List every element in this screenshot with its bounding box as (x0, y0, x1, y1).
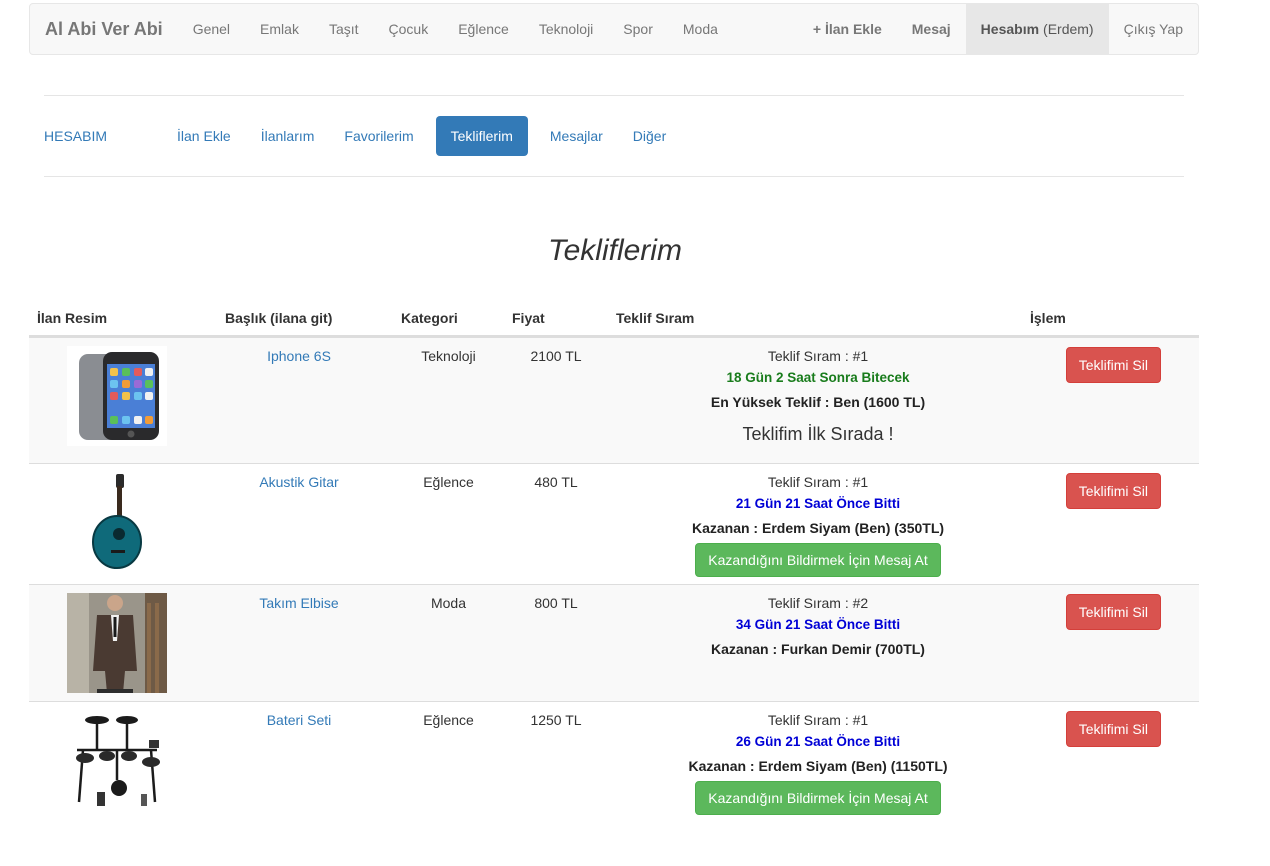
cell-price: 800 TL (534, 595, 578, 611)
offers-table: İlan Resim Başlık (ilana git) Kategori F… (29, 300, 1199, 826)
account-tabs: HESABIM İlan Ekle İlanlarım Favorilerim … (44, 116, 681, 156)
cell-image (29, 338, 205, 463)
nav-account[interactable]: Hesabım (Erdem) (965, 4, 1109, 54)
nav-category-spor[interactable]: Spor (608, 4, 668, 54)
guitar-image[interactable] (67, 472, 167, 572)
cell-image (29, 464, 205, 584)
nav-add-listing[interactable]: + İlan Ekle (798, 4, 897, 54)
tab-favorites[interactable]: Favorilerim (329, 116, 428, 156)
header-offer-rank: Teklif Sıram (616, 309, 695, 326)
divider-top (44, 95, 1184, 96)
cell-image (29, 585, 205, 701)
delete-offer-button[interactable]: Teklifimi Sil (1065, 594, 1161, 630)
drum-kit-image[interactable] (67, 710, 167, 810)
cell-category: Eğlence (423, 712, 474, 728)
cell-category: Teknoloji (421, 348, 476, 364)
nav-account-label: Hesabım (980, 21, 1040, 37)
offer-rank: Teklif Sıram : #2 (767, 595, 869, 611)
iphone-image[interactable] (67, 346, 167, 446)
listing-title-link[interactable]: Akustik Gitar (259, 474, 338, 490)
delete-offer-button[interactable]: Teklifimi Sil (1065, 347, 1161, 383)
navbar-right-group: + İlan Ekle Mesaj Hesabım (Erdem) Çıkış … (798, 4, 1198, 54)
offer-time: 18 Gün 2 Saat Sonra Bitecek (726, 370, 910, 385)
cell-category: Moda (430, 595, 467, 611)
tab-my-listings[interactable]: İlanlarım (246, 116, 330, 156)
iphone-icon (67, 346, 167, 446)
tab-account[interactable]: HESABIM (44, 116, 122, 156)
cell-title: Takım Elbise (205, 585, 393, 701)
brand-logo[interactable]: Al Abi Ver Abi (30, 4, 178, 54)
offer-time: 21 Gün 21 Saat Önce Bitti (735, 496, 901, 511)
delete-offer-button[interactable]: Teklifimi Sil (1065, 473, 1161, 509)
guitar-icon (67, 472, 167, 572)
notify-winner-button[interactable]: Kazandığını Bildirmek İçin Mesaj At (695, 780, 941, 815)
offer-rank: Teklif Sıram : #1 (767, 348, 869, 364)
cell-offer-info: Teklif Sıram : #2 34 Gün 21 Saat Önce Bi… (608, 585, 1028, 701)
nav-category-cocuk[interactable]: Çocuk (374, 4, 444, 54)
tab-other[interactable]: Diğer (618, 116, 681, 156)
header-image: İlan Resim (37, 309, 108, 326)
suit-icon (67, 593, 167, 693)
nav-logout[interactable]: Çıkış Yap (1109, 4, 1198, 54)
winner-info: Kazanan : Erdem Siyam (Ben) (1150TL) (688, 757, 948, 774)
nav-category-tasit[interactable]: Taşıt (314, 4, 374, 54)
suit-image[interactable] (67, 593, 167, 693)
table-row: Akustik Gitar Eğlence 480 TL Teklif Sıra… (29, 463, 1199, 584)
nav-category-genel[interactable]: Genel (178, 4, 245, 54)
table-row: Bateri Seti Eğlence 1250 TL Teklif Sıram… (29, 701, 1199, 826)
offer-time: 26 Gün 21 Saat Önce Bitti (735, 734, 901, 749)
listing-title-link[interactable]: Bateri Seti (267, 712, 332, 728)
winner-info: Kazanan : Furkan Demir (700TL) (711, 640, 925, 657)
tab-messages[interactable]: Mesajlar (535, 116, 618, 156)
listing-title-link[interactable]: Iphone 6S (267, 348, 331, 364)
table-row: Takım Elbise Moda 800 TL Teklif Sıram : … (29, 584, 1199, 701)
listing-title-link[interactable]: Takım Elbise (259, 595, 338, 611)
offer-rank: Teklif Sıram : #1 (767, 712, 869, 728)
cell-title: Bateri Seti (205, 702, 393, 826)
highest-offer: En Yüksek Teklif : Ben (1600 TL) (710, 393, 926, 410)
cell-image (29, 702, 205, 826)
offer-status-note: Teklifim İlk Sırada ! (742, 423, 894, 444)
cell-price: 1250 TL (530, 712, 582, 728)
winner-info: Kazanan : Erdem Siyam (Ben) (350TL) (691, 519, 945, 536)
nav-category-eglence[interactable]: Eğlence (443, 4, 524, 54)
offer-time: 34 Gün 21 Saat Önce Bitti (735, 617, 901, 632)
nav-category-moda[interactable]: Moda (668, 4, 733, 54)
tab-my-offers[interactable]: Tekliflerim (435, 116, 528, 156)
cell-offer-info: Teklif Sıram : #1 21 Gün 21 Saat Önce Bi… (608, 464, 1028, 584)
drum-kit-icon (67, 710, 167, 810)
nav-account-user: (Erdem) (1043, 21, 1094, 37)
delete-offer-button[interactable]: Teklifimi Sil (1065, 711, 1161, 747)
cell-title: Iphone 6S (205, 338, 393, 463)
header-action: İşlem (1030, 309, 1066, 326)
page-title: Tekliflerim (548, 234, 682, 267)
nav-category-emlak[interactable]: Emlak (245, 4, 314, 54)
header-category: Kategori (401, 309, 458, 326)
cell-offer-info: Teklif Sıram : #1 18 Gün 2 Saat Sonra Bi… (608, 338, 1028, 463)
header-title: Başlık (ilana git) (225, 309, 333, 326)
nav-messages[interactable]: Mesaj (897, 4, 966, 54)
nav-category-teknoloji[interactable]: Teknoloji (524, 4, 608, 54)
divider-bottom (44, 176, 1184, 177)
cell-category: Eğlence (423, 474, 474, 490)
table-header: İlan Resim Başlık (ilana git) Kategori F… (29, 300, 1199, 337)
cell-offer-info: Teklif Sıram : #1 26 Gün 21 Saat Önce Bi… (608, 702, 1028, 826)
table-row: Iphone 6S Teknoloji 2100 TL Teklif Sıram… (29, 337, 1199, 463)
tab-add-listing[interactable]: İlan Ekle (162, 116, 246, 156)
header-price: Fiyat (512, 309, 545, 326)
cell-price: 2100 TL (530, 348, 582, 364)
notify-winner-button[interactable]: Kazandığını Bildirmek İçin Mesaj At (695, 542, 941, 577)
cell-price: 480 TL (534, 474, 578, 490)
offer-rank: Teklif Sıram : #1 (767, 474, 869, 490)
cell-title: Akustik Gitar (205, 464, 393, 584)
top-navbar: Al Abi Ver Abi Genel Emlak Taşıt Çocuk E… (29, 3, 1199, 55)
